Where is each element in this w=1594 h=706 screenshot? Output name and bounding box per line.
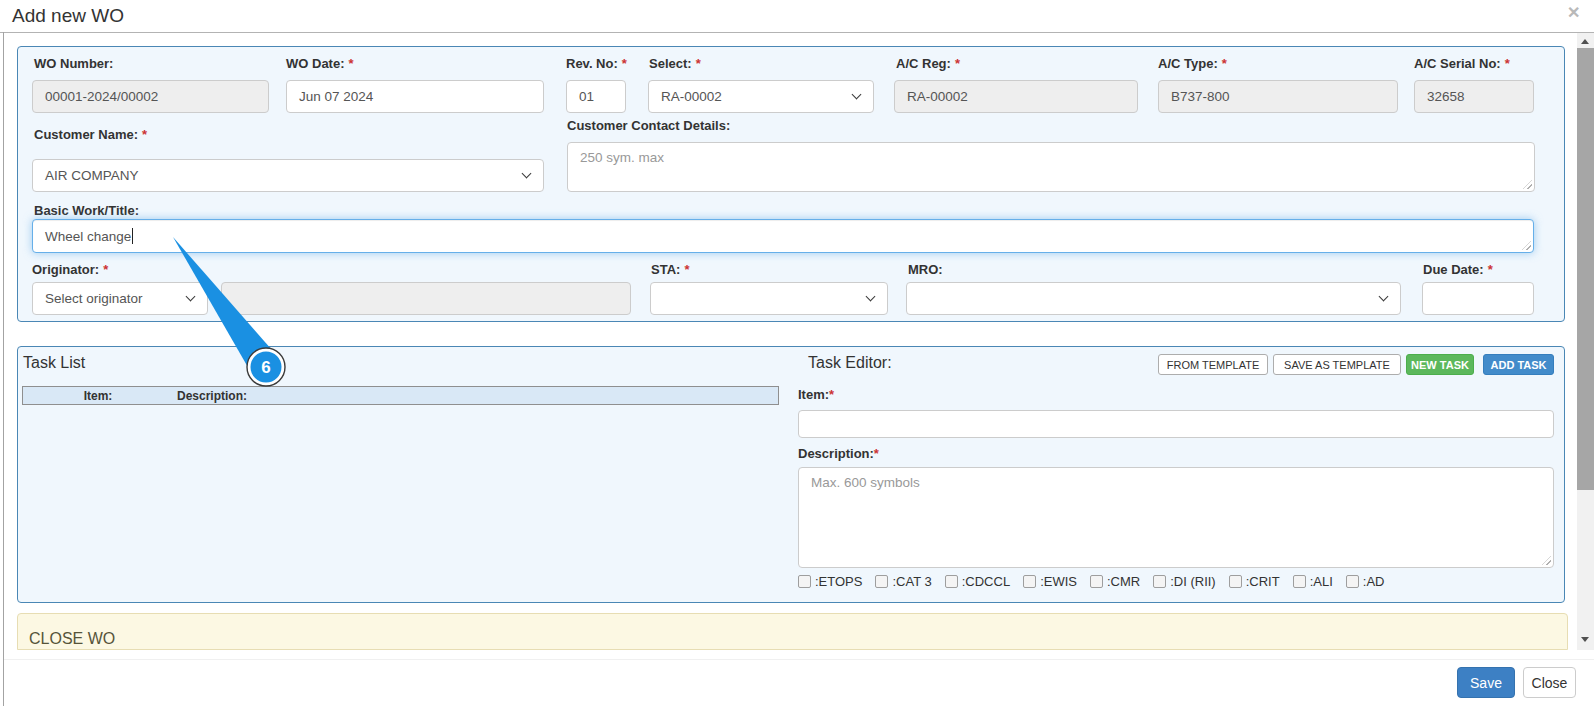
add-task-button[interactable]: ADD TASK [1483, 354, 1554, 375]
flag-etops: :ETOPS [798, 574, 862, 589]
checkbox-icon[interactable] [798, 575, 811, 588]
add-new-wo-dialog: Add new WO ✕ WO Number: WO Date:* Rev. N… [0, 0, 1594, 706]
required-mark: * [874, 446, 879, 461]
mro-label: MRO: [908, 262, 943, 277]
required-mark: * [622, 56, 627, 71]
from-template-button[interactable]: FROM TEMPLATE [1158, 354, 1268, 375]
ac-serial-label: A/C Serial No:* [1414, 56, 1510, 71]
flag-cdccl: :CDCCL [945, 574, 1010, 589]
checkbox-icon[interactable] [1346, 575, 1359, 588]
task-description-label: Description:* [798, 446, 879, 461]
chevron-down-icon [1379, 291, 1389, 301]
task-flags-row: :ETOPS :CAT 3 :CDCCL :EWIS :CMR :DI (RII… [798, 574, 1397, 589]
mro-dropdown[interactable] [906, 282, 1401, 315]
save-as-template-button[interactable]: SAVE AS TEMPLATE [1273, 354, 1401, 375]
checkbox-icon[interactable] [1229, 575, 1242, 588]
chevron-down-icon [852, 89, 862, 99]
resize-handle[interactable] [1523, 180, 1532, 189]
rev-no-input[interactable]: 01 [566, 80, 626, 113]
customer-contact-textarea[interactable]: 250 sym. max [567, 142, 1535, 192]
checkbox-icon[interactable] [875, 575, 888, 588]
task-list-title: Task List [23, 354, 85, 372]
wo-number-input: 00001-2024/00002 [32, 80, 269, 113]
required-mark: * [829, 387, 834, 402]
scroll-down-icon[interactable] [1581, 637, 1589, 642]
customer-name-dropdown[interactable]: AIR COMPANY [32, 159, 544, 192]
ac-type-input: B737-800 [1158, 80, 1398, 113]
close-wo-section: CLOSE WO [17, 613, 1568, 650]
checkbox-icon[interactable] [1293, 575, 1306, 588]
required-mark: * [1222, 56, 1227, 71]
required-mark: * [349, 56, 354, 71]
scrollbar[interactable] [1577, 33, 1594, 650]
footer-divider [4, 659, 1594, 660]
text-caret [132, 228, 133, 244]
flag-cat3: :CAT 3 [875, 574, 931, 589]
originator-dropdown[interactable]: Select originator [32, 282, 208, 315]
originator-label: Originator:* [32, 262, 108, 277]
task-item-label: Item:* [798, 387, 834, 402]
flag-ewis: :EWIS [1023, 574, 1077, 589]
new-task-button[interactable]: NEW TASK [1406, 354, 1474, 375]
customer-contact-label: Customer Contact Details: [567, 118, 730, 133]
flag-cmr: :CMR [1090, 574, 1140, 589]
customer-name-label: Customer Name:* [34, 127, 147, 142]
select-label: Select:* [649, 56, 701, 71]
sta-label: STA:* [651, 262, 689, 277]
chevron-down-icon [186, 291, 196, 301]
tasks-section: Task List Item: Description: Task Editor… [17, 346, 1565, 603]
task-description-textarea[interactable]: Max. 600 symbols [798, 467, 1554, 568]
basic-work-input[interactable]: Wheel change [32, 219, 1534, 253]
wo-details-section: WO Number: WO Date:* Rev. No:* Select:* … [17, 46, 1565, 322]
required-mark: * [142, 127, 147, 142]
due-date-input[interactable] [1422, 282, 1534, 315]
scroll-up-icon[interactable] [1581, 39, 1589, 44]
flag-ali: :ALI [1293, 574, 1333, 589]
resize-handle[interactable] [1542, 556, 1551, 565]
originator-name-input [221, 282, 631, 315]
ac-reg-label: A/C Reg:* [896, 56, 960, 71]
rev-no-label: Rev. No:* [566, 56, 627, 71]
required-mark: * [1505, 56, 1510, 71]
required-mark: * [103, 262, 108, 277]
basic-work-label: Basic Work/Title: [34, 203, 139, 218]
scrollbar-thumb[interactable] [1577, 48, 1594, 490]
save-button[interactable]: Save [1457, 667, 1515, 698]
wo-number-label: WO Number: [34, 56, 113, 71]
dialog-title: Add new WO [12, 5, 124, 27]
ac-reg-input: RA-00002 [894, 80, 1138, 113]
flag-crit: :CRIT [1229, 574, 1280, 589]
checkbox-icon[interactable] [945, 575, 958, 588]
chevron-down-icon [522, 168, 532, 178]
required-mark: * [696, 56, 701, 71]
ac-serial-input: 32658 [1414, 80, 1534, 113]
checkbox-icon[interactable] [1023, 575, 1036, 588]
checkbox-icon[interactable] [1153, 575, 1166, 588]
flag-ad: :AD [1346, 574, 1385, 589]
required-mark: * [1488, 262, 1493, 277]
sta-dropdown[interactable] [650, 282, 888, 315]
resize-handle[interactable] [1522, 241, 1531, 250]
chevron-down-icon [866, 291, 876, 301]
wo-date-label: WO Date:* [286, 56, 354, 71]
checkbox-icon[interactable] [1090, 575, 1103, 588]
select-ac-dropdown[interactable]: RA-00002 [648, 80, 874, 113]
required-mark: * [684, 262, 689, 277]
ac-type-label: A/C Type:* [1158, 56, 1227, 71]
task-list-col-item: Item: [23, 389, 173, 403]
flag-di-rii: :DI (RII) [1153, 574, 1216, 589]
task-editor-title: Task Editor: [808, 354, 892, 372]
due-date-label: Due Date:* [1423, 262, 1493, 277]
task-list-table-header: Item: Description: [22, 386, 779, 405]
close-button[interactable]: Close [1523, 667, 1576, 698]
required-mark: * [955, 56, 960, 71]
close-wo-title: CLOSE WO [29, 630, 115, 648]
task-list-col-description: Description: [173, 389, 247, 403]
close-icon[interactable]: ✕ [1567, 3, 1580, 22]
wo-date-input[interactable]: Jun 07 2024 [286, 80, 544, 113]
task-item-input[interactable] [798, 410, 1554, 438]
